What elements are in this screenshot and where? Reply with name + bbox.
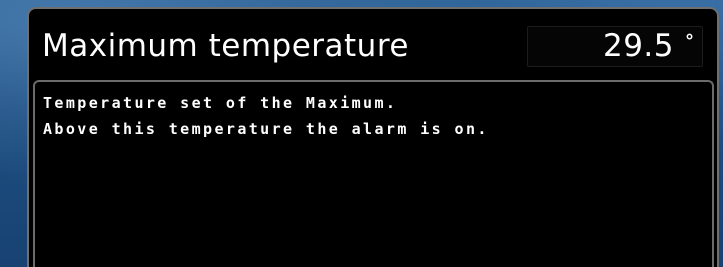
description-line: Temperature set of the Maximum.: [43, 94, 398, 112]
setting-title: Maximum temperature: [42, 28, 409, 64]
description-line: Above this temperature the alarm is on.: [43, 120, 489, 138]
temperature-value: 29.5: [602, 28, 674, 64]
degree-unit: °: [685, 31, 694, 52]
settings-screen: Maximum temperature 29.5 ° Temperature s…: [27, 7, 719, 267]
temperature-value-field[interactable]: 29.5 °: [527, 26, 703, 67]
description-panel: Temperature set of the Maximum. Above th…: [33, 80, 714, 267]
